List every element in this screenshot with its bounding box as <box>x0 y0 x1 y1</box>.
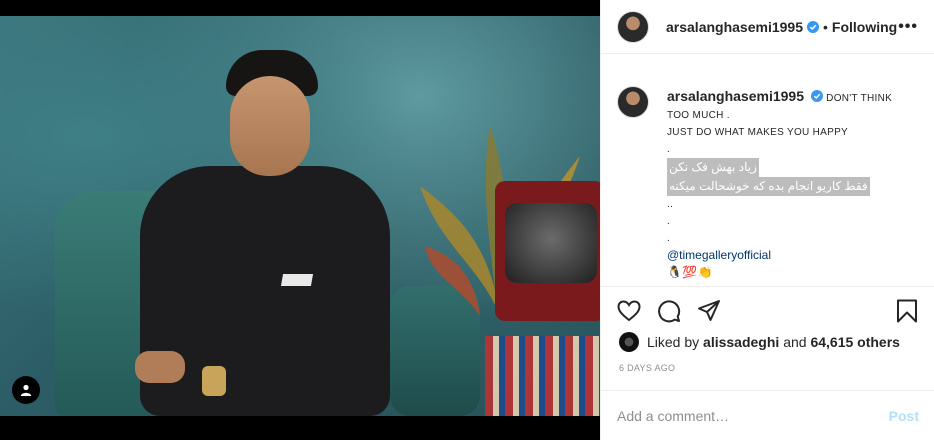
tagged-users-button[interactable] <box>12 376 40 404</box>
bookmark-icon[interactable] <box>895 299 919 323</box>
caption-line: DON'T THINK <box>826 93 893 104</box>
tv-screen <box>505 203 597 283</box>
caption-rtl-line: فقط کاریو انجام بده که خوشحالت میکنه <box>667 177 870 196</box>
more-options-icon[interactable]: ••• <box>898 18 918 36</box>
mention-link[interactable]: @timegalleryofficial <box>667 247 915 264</box>
post-photo[interactable] <box>0 16 600 416</box>
user-tag-icon <box>20 384 32 396</box>
retro-tv <box>495 181 600 321</box>
man-hand <box>135 351 185 383</box>
likes-prefix: Liked by <box>647 334 700 350</box>
action-bar <box>601 286 934 334</box>
caption-username[interactable]: arsalanghasemi1995 <box>667 88 804 104</box>
post-comment-button[interactable]: Post <box>889 408 919 424</box>
following-button[interactable]: Following <box>832 19 897 35</box>
caption-line: . <box>667 216 671 227</box>
post-timestamp[interactable]: 6 DAYS AGO <box>619 363 675 373</box>
man-face <box>230 76 310 176</box>
caption-avatar[interactable] <box>617 86 649 118</box>
photo-pane <box>0 0 600 440</box>
comment-input[interactable] <box>617 407 889 424</box>
carpet <box>485 336 600 416</box>
liker-username[interactable]: alissadeghi <box>703 334 779 350</box>
likes-count-link[interactable]: 64,615 others <box>810 334 900 350</box>
caption-line: . <box>667 233 671 244</box>
liker-avatar[interactable] <box>619 332 639 352</box>
caption-area[interactable]: arsalanghasemi1995 DON'T THINK TOO MUCH … <box>601 70 934 284</box>
verified-badge-icon <box>806 20 819 33</box>
username-link[interactable]: arsalanghasemi1995 <box>666 19 803 35</box>
caption-row: arsalanghasemi1995 DON'T THINK TOO MUCH … <box>617 70 919 281</box>
caption-rtl-line: زیاد بهش فک نکن <box>667 158 759 177</box>
post-header: arsalanghasemi1995 • Following ••• <box>601 0 934 54</box>
pocket-square <box>280 274 314 286</box>
avatar[interactable] <box>617 10 649 43</box>
comment-box: Post <box>601 390 934 440</box>
heart-icon[interactable] <box>617 299 641 323</box>
caption-text: arsalanghasemi1995 DON'T THINK TOO MUCH … <box>667 88 915 281</box>
comment-icon[interactable] <box>657 299 681 323</box>
caption-line: . <box>667 144 671 155</box>
wristwatch <box>202 366 226 396</box>
caption-line: .. <box>667 199 674 210</box>
caption-line: TOO MUCH . <box>667 110 730 121</box>
separator-dot: • <box>822 18 828 35</box>
caption-emojis: 🐧💯👏 <box>667 265 713 279</box>
verified-badge-icon <box>811 90 824 102</box>
post-sidebar: arsalanghasemi1995 • Following ••• arsal… <box>600 0 934 440</box>
share-icon[interactable] <box>697 299 721 323</box>
caption-line: JUST DO WHAT MAKES YOU HAPPY <box>667 127 849 138</box>
likes-and: and <box>783 334 807 350</box>
likes-summary: Liked by alissadeghi and 64,615 others <box>619 332 900 352</box>
